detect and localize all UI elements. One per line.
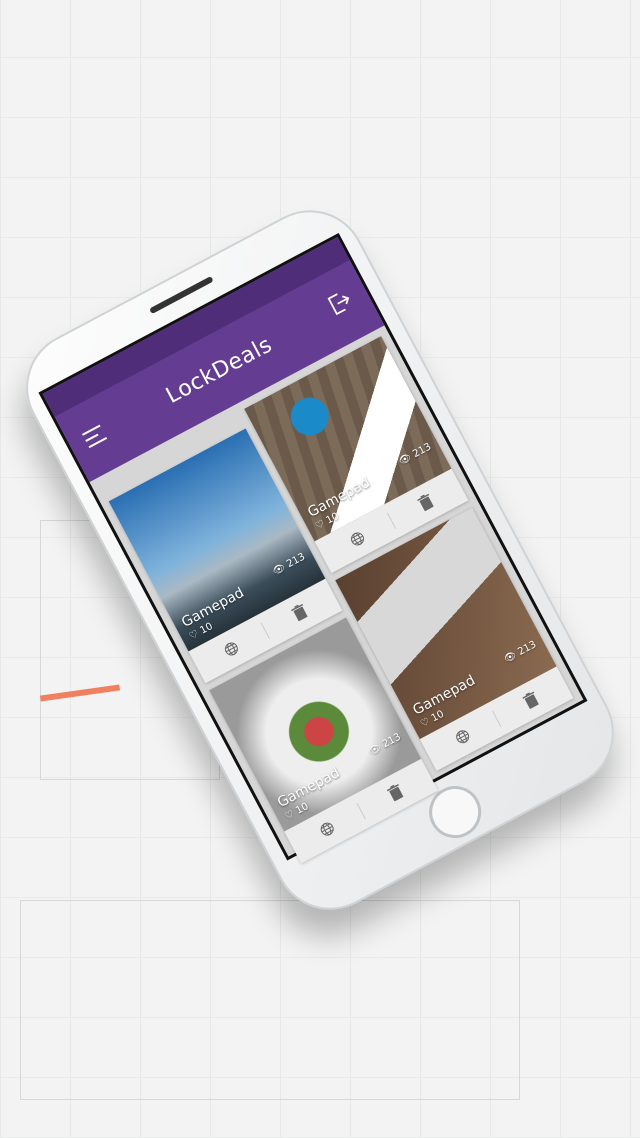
background-sketch xyxy=(20,900,520,1100)
